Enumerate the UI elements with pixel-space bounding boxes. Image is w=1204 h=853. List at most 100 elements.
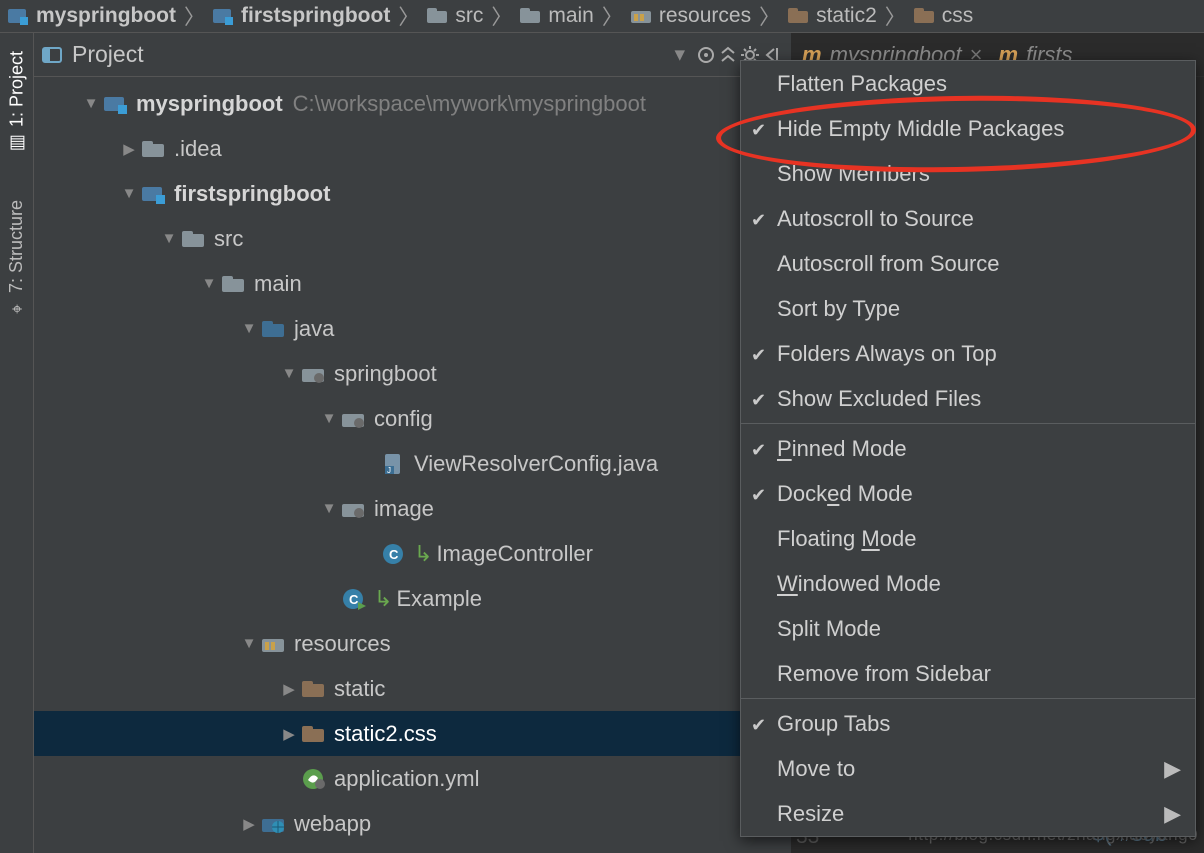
expand-arrow-icon[interactable]	[318, 410, 340, 427]
project-icon: ▤	[6, 133, 28, 154]
menu-label: Autoscroll to Source	[777, 206, 1181, 232]
folder-icon	[520, 7, 542, 25]
submenu-arrow-icon: ▶	[1164, 756, 1181, 782]
menu-label: Remove from Sidebar	[777, 661, 1181, 687]
project-header: Project ▾	[34, 33, 791, 77]
menu-separator	[741, 423, 1195, 424]
expand-arrow-icon[interactable]	[158, 230, 180, 247]
tree-label: ImageController	[436, 541, 593, 567]
expand-arrow-icon[interactable]	[278, 365, 300, 382]
breadcrumb-label: myspringboot	[36, 4, 176, 28]
breadcrumb-item[interactable]: resources	[627, 4, 755, 28]
menu-item-flatten-packages[interactable]: Flatten Packages	[741, 61, 1195, 106]
module-icon	[8, 7, 30, 25]
runnable-class-icon: C	[342, 588, 368, 610]
menu-label: Docked Mode	[777, 481, 1181, 507]
class-icon: C	[382, 543, 408, 565]
structure-icon: ⌖	[6, 299, 27, 317]
menu-item-hide-empty-middle[interactable]: Hide Empty Middle Packages	[741, 106, 1195, 151]
tree-item-webapp[interactable]: webapp	[34, 801, 791, 846]
breadcrumb-item[interactable]: firstspringboot	[209, 4, 394, 28]
resources-icon	[262, 633, 288, 655]
menu-label: Autoscroll from Source	[777, 251, 1181, 277]
tree-item-static[interactable]: static	[34, 666, 791, 711]
source-folder-icon	[262, 318, 288, 340]
expand-arrow-icon[interactable]	[238, 635, 260, 652]
menu-label: Resize	[777, 801, 1164, 827]
locate-icon[interactable]	[695, 44, 717, 66]
menu-item-split-mode[interactable]: Split Mode	[741, 606, 1195, 651]
view-mode-dropdown[interactable]: ▾	[674, 42, 685, 67]
tree-label: static2.css	[334, 721, 437, 747]
menu-label: Group Tabs	[777, 711, 1181, 737]
expand-arrow-icon[interactable]	[238, 320, 260, 337]
expand-arrow-icon[interactable]	[198, 275, 220, 292]
breadcrumb-item[interactable]: css	[910, 4, 978, 28]
tree-root[interactable]: myspringboot C:\workspace\mywork\mysprin…	[34, 81, 791, 126]
tree-label: Example	[396, 586, 482, 612]
module-icon	[213, 7, 235, 25]
breadcrumb-item[interactable]: static2	[784, 4, 881, 28]
tree-item-class[interactable]: C ↳ ImageController	[34, 531, 791, 576]
menu-item-docked-mode[interactable]: Docked Mode	[741, 471, 1195, 516]
breadcrumb-item[interactable]: src	[423, 4, 487, 28]
tree-label: ViewResolverConfig.java	[414, 451, 658, 477]
project-tree[interactable]: myspringboot C:\workspace\mywork\mysprin…	[34, 77, 791, 853]
expand-arrow-icon[interactable]	[238, 815, 260, 833]
expand-arrow-icon[interactable]	[278, 680, 300, 698]
tree-item-module[interactable]: firstspringboot	[34, 171, 791, 216]
menu-item-show-excluded[interactable]: Show Excluded Files	[741, 376, 1195, 421]
expand-arrow-icon[interactable]	[118, 185, 140, 202]
tree-item-static2[interactable]: static2.css	[34, 711, 791, 756]
breadcrumb-item[interactable]: main	[516, 4, 598, 28]
project-header-title[interactable]: Project	[72, 41, 144, 68]
tool-tab-project[interactable]: ▤ 1: Project	[6, 43, 28, 162]
folder-icon	[302, 678, 328, 700]
tree-item-package[interactable]: image	[34, 486, 791, 531]
menu-item-show-members[interactable]: Show Members	[741, 151, 1195, 196]
expand-arrow-icon[interactable]	[278, 725, 300, 743]
run-marker-icon: ↳	[374, 586, 392, 612]
tree-item-java-file[interactable]: J ViewResolverConfig.java	[34, 441, 791, 486]
menu-item-autoscroll-from[interactable]: Autoscroll from Source	[741, 241, 1195, 286]
tree-label: myspringboot	[136, 91, 283, 117]
menu-label: Show Members	[777, 161, 1181, 187]
menu-item-resize[interactable]: Resize▶	[741, 791, 1195, 836]
menu-item-remove-sidebar[interactable]: Remove from Sidebar	[741, 651, 1195, 696]
breadcrumb-sep: 〉	[885, 1, 906, 31]
menu-item-windowed-mode[interactable]: Windowed Mode	[741, 561, 1195, 606]
menu-item-sort-by-type[interactable]: Sort by Type	[741, 286, 1195, 331]
tree-item-resources[interactable]: resources	[34, 621, 791, 666]
tree-label: src	[214, 226, 243, 252]
menu-item-group-tabs[interactable]: Group Tabs	[741, 701, 1195, 746]
menu-item-pinned-mode[interactable]: Pinned Mode	[741, 426, 1195, 471]
expand-arrow-icon[interactable]	[118, 140, 140, 158]
expand-arrow-icon[interactable]	[80, 95, 102, 112]
tree-item-package[interactable]: springboot	[34, 351, 791, 396]
menu-item-autoscroll-to[interactable]: Autoscroll to Source	[741, 196, 1195, 241]
folder-icon	[427, 7, 449, 25]
tree-item-idea[interactable]: .idea	[34, 126, 791, 171]
breadcrumb-label: src	[455, 4, 483, 28]
menu-label: Folders Always on Top	[777, 341, 1181, 367]
tree-item-appyml[interactable]: application.yml	[34, 756, 791, 801]
menu-item-move-to[interactable]: Move to▶	[741, 746, 1195, 791]
expand-arrow-icon[interactable]	[318, 500, 340, 517]
breadcrumb-sep: 〉	[759, 1, 780, 31]
breadcrumb-sep: 〉	[491, 1, 512, 31]
folder-icon	[222, 273, 248, 295]
module-icon	[104, 93, 130, 115]
tool-tab-structure[interactable]: ⌖ 7: Structure	[6, 192, 27, 325]
breadcrumb-item[interactable]: myspringboot	[4, 4, 180, 28]
folder-icon	[788, 7, 810, 25]
tree-item-src[interactable]: src	[34, 216, 791, 261]
menu-item-folders-top[interactable]: Folders Always on Top	[741, 331, 1195, 376]
tree-item-java[interactable]: java	[34, 306, 791, 351]
breadcrumb-label: firstspringboot	[241, 4, 390, 28]
menu-item-floating-mode[interactable]: Floating Mode	[741, 516, 1195, 561]
tree-label: resources	[294, 631, 391, 657]
collapse-all-icon[interactable]	[717, 44, 739, 66]
tree-item-main[interactable]: main	[34, 261, 791, 306]
tree-item-class[interactable]: C ↳ Example	[34, 576, 791, 621]
tree-item-package[interactable]: config	[34, 396, 791, 441]
